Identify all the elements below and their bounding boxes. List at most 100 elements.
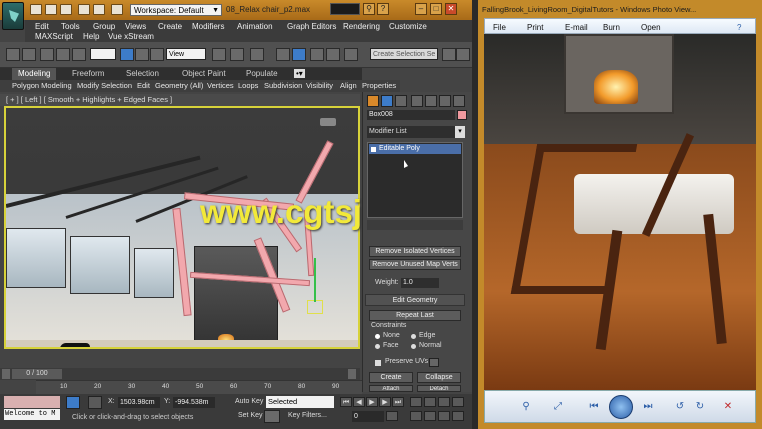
snaps-toggle-icon[interactable]: [276, 48, 290, 61]
panel-geometry-all[interactable]: Geometry (All): [155, 81, 203, 90]
edit-geometry-rollout[interactable]: Edit Geometry: [365, 294, 465, 306]
x-coordinate-field[interactable]: 1503.98cm: [118, 397, 160, 408]
rotate-icon[interactable]: [250, 48, 264, 61]
key-mode-dropdown[interactable]: Selected: [266, 396, 334, 408]
minimize-button[interactable]: –: [415, 3, 427, 15]
maximize-button[interactable]: □: [430, 3, 442, 15]
next-frame-button[interactable]: [348, 369, 356, 379]
previous-frame-icon[interactable]: ◀: [353, 397, 365, 407]
orbit-icon[interactable]: [438, 411, 450, 421]
actual-size-icon[interactable]: ⤢: [551, 401, 565, 413]
tab-modeling[interactable]: Modeling: [12, 68, 57, 80]
open-file-icon[interactable]: [45, 4, 57, 15]
time-slider-thumb[interactable]: 0 / 100: [12, 369, 62, 379]
rotate-right-icon[interactable]: ↻: [693, 401, 707, 413]
zoom-icon[interactable]: [410, 397, 422, 407]
search-icon[interactable]: ⚲: [363, 3, 375, 15]
panel-subdivision[interactable]: Subdivision: [264, 81, 302, 90]
detach-button[interactable]: Detach: [417, 385, 461, 392]
menu-graph-editors[interactable]: Graph Editors: [287, 22, 336, 31]
time-slider[interactable]: 0 / 100: [0, 368, 360, 380]
reference-coord-dropdown[interactable]: View: [166, 48, 206, 60]
viewcube[interactable]: [320, 118, 336, 126]
rectangular-selection-icon[interactable]: [150, 48, 164, 61]
panel-visibility[interactable]: Visibility: [306, 81, 333, 90]
y-coordinate-field[interactable]: -994.538m: [173, 397, 215, 408]
next-icon[interactable]: ⏭: [641, 401, 655, 413]
create-panel-icon[interactable]: [367, 95, 379, 107]
gizmo-y-axis[interactable]: [314, 258, 316, 302]
key-filters-button[interactable]: Key Filters...: [288, 412, 327, 419]
menu-customize[interactable]: Customize: [389, 22, 427, 31]
create-button[interactable]: Create: [369, 372, 413, 383]
constraint-face-radio[interactable]: [375, 344, 380, 349]
panel-edit[interactable]: Edit: [137, 81, 150, 90]
menu-rendering[interactable]: Rendering: [343, 22, 380, 31]
tab-selection[interactable]: Selection: [126, 69, 159, 78]
zoom-extents-icon[interactable]: [438, 397, 450, 407]
weight-input[interactable]: 1.0: [401, 278, 439, 288]
modifier-stack[interactable]: Editable Poly: [367, 142, 463, 218]
menu-help[interactable]: Help: [83, 32, 99, 41]
menu-maxscript[interactable]: MAXScript: [35, 32, 73, 41]
tab-freeform[interactable]: Freeform: [72, 69, 104, 78]
modify-panel-icon[interactable]: [381, 95, 393, 107]
set-key-button[interactable]: Set Key: [238, 412, 263, 419]
tab-object-paint[interactable]: Object Paint: [182, 69, 226, 78]
menu-animation[interactable]: Animation: [237, 22, 273, 31]
track-bar[interactable]: 10 20 30 40 50 60 70 80 90: [36, 380, 362, 394]
menu-tools[interactable]: Tools: [61, 22, 80, 31]
menu-burn[interactable]: Burn: [603, 23, 620, 32]
lock-selection-icon[interactable]: [66, 396, 80, 409]
unlink-icon[interactable]: [56, 48, 70, 61]
zoom-all-icon[interactable]: [424, 397, 436, 407]
absolute-mode-icon[interactable]: [88, 396, 102, 409]
project-folder-icon[interactable]: [111, 4, 123, 15]
pan-icon[interactable]: [424, 411, 436, 421]
viewport-label[interactable]: [ + ] [ Left ] [ Smooth + Highlights + E…: [0, 94, 360, 106]
preserve-uvs-checkbox[interactable]: [375, 360, 381, 366]
panel-align[interactable]: Align: [340, 81, 357, 90]
utilities-panel-icon[interactable]: [439, 95, 451, 107]
modifier-list-dropdown[interactable]: Modifier List ▾: [367, 126, 465, 138]
close-button[interactable]: ✕: [445, 3, 457, 15]
menu-views[interactable]: Views: [125, 22, 146, 31]
angle-snap-icon[interactable]: [292, 48, 306, 61]
go-to-end-icon[interactable]: ⏭: [392, 397, 404, 407]
remove-unused-map-verts-button[interactable]: Remove Unused Map Verts: [369, 259, 461, 270]
bind-space-warp-icon[interactable]: [72, 48, 86, 61]
transform-gizmo[interactable]: [307, 300, 323, 314]
maximize-viewport-icon[interactable]: [452, 411, 464, 421]
hierarchy-panel-icon[interactable]: [395, 95, 407, 107]
panel-vertices[interactable]: Vertices: [207, 81, 234, 90]
display-panel-icon[interactable]: [425, 95, 437, 107]
repeat-last-button[interactable]: Repeat Last: [369, 310, 461, 321]
object-color-swatch[interactable]: [457, 110, 467, 120]
next-frame-icon[interactable]: ▶: [379, 397, 391, 407]
new-file-icon[interactable]: [30, 4, 42, 15]
redo-icon[interactable]: [22, 48, 36, 61]
current-frame-field[interactable]: 0: [352, 411, 384, 422]
menu-file[interactable]: File: [493, 23, 506, 32]
constraint-normal-radio[interactable]: [411, 344, 416, 349]
ribbon-options-icon[interactable]: •▾: [294, 69, 305, 78]
delete-icon[interactable]: ✕: [721, 401, 735, 413]
panel-polygon-modeling[interactable]: Polygon Modeling: [12, 81, 72, 90]
time-config-icon[interactable]: [386, 411, 398, 421]
constraint-none-radio[interactable]: [375, 334, 380, 339]
zoom-extents-all-icon[interactable]: [452, 397, 464, 407]
help-icon[interactable]: ?: [737, 23, 741, 32]
select-by-name-icon[interactable]: [135, 48, 149, 61]
select-object-icon[interactable]: [120, 48, 134, 61]
app-logo[interactable]: [2, 2, 24, 30]
hammer-icon[interactable]: [453, 95, 465, 107]
object-name-field[interactable]: Box008: [367, 110, 455, 120]
menu-email[interactable]: E-mail: [565, 23, 588, 32]
menu-vue-xstream[interactable]: Vue xStream: [108, 32, 154, 41]
rotate-left-icon[interactable]: ↺: [673, 401, 687, 413]
spinner-snap-icon[interactable]: [326, 48, 340, 61]
auto-key-button[interactable]: Auto Key: [235, 398, 263, 405]
link-icon[interactable]: [40, 48, 54, 61]
save-file-icon[interactable]: [60, 4, 72, 15]
maxscript-listener-output[interactable]: [4, 396, 60, 408]
